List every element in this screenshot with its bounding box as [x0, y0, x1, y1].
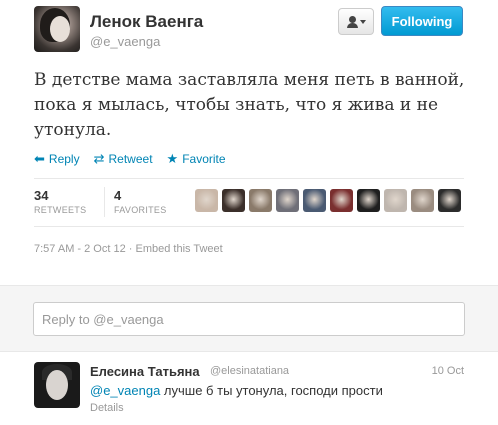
retweet-icon: ⇄: [93, 151, 105, 166]
reply-area: Reply to @e_vaenga: [0, 285, 498, 352]
retweet-label: Retweet: [108, 152, 153, 166]
following-button[interactable]: Following: [381, 6, 463, 36]
reply-action[interactable]: ⬅ Reply: [34, 151, 80, 167]
favoriter-avatar[interactable]: [222, 189, 245, 212]
star-icon: ★: [166, 151, 179, 166]
favoriter-avatar[interactable]: [303, 189, 326, 212]
favoriter-avatar[interactable]: [384, 189, 407, 212]
tweet-text: В детстве мама заставляла меня петь в ва…: [34, 70, 465, 140]
stat-divider: [104, 187, 105, 217]
tweet-actions: ⬅ Reply ⇄ Retweet ★ Favorite: [34, 151, 226, 167]
divider: [34, 226, 464, 227]
favoriter-avatar[interactable]: [438, 189, 461, 212]
details-link[interactable]: Details: [90, 402, 124, 414]
favorite-label: Favorite: [182, 152, 226, 166]
favorites-label: FAVORITES: [114, 205, 167, 215]
reply-icon: ⬅: [34, 151, 45, 166]
favoriter-avatar[interactable]: [276, 189, 299, 212]
retweets-count: 34: [34, 188, 49, 203]
reply-tweet: Елесина Татьяна @elesinatatiana 10 Oct @…: [0, 352, 498, 425]
favoriter-avatars: [195, 189, 461, 212]
person-icon: [346, 15, 358, 28]
favoriter-avatar[interactable]: [357, 189, 380, 212]
tweet-meta[interactable]: 7:57 AM - 2 Oct 12 · Embed this Tweet: [34, 243, 223, 255]
retweets-label: RETWEETS: [34, 205, 87, 215]
retweets-stat[interactable]: 34 RETWEETS: [34, 188, 86, 215]
reply-label: Reply: [48, 152, 80, 166]
author-handle[interactable]: @e_vaenga: [90, 34, 160, 49]
reply-timestamp[interactable]: 10 Oct: [432, 365, 464, 377]
avatar-face: [46, 370, 68, 400]
favoriter-avatar[interactable]: [330, 189, 353, 212]
mention-link[interactable]: @e_vaenga: [90, 383, 160, 398]
divider: [34, 178, 464, 179]
retweet-action[interactable]: ⇄ Retweet: [94, 151, 153, 167]
avatar-face: [50, 16, 70, 42]
reply-author-avatar[interactable]: [34, 362, 80, 408]
favorites-stat[interactable]: 4 FAVORITES: [114, 188, 167, 215]
author-name[interactable]: Ленок Ваенга: [90, 12, 203, 32]
reply-author-handle[interactable]: @elesinatatiana: [210, 365, 289, 377]
favoriter-avatar[interactable]: [249, 189, 272, 212]
user-actions-button[interactable]: [338, 8, 374, 35]
favoriter-avatar[interactable]: [195, 189, 218, 212]
reply-author-name[interactable]: Елесина Татьяна: [90, 364, 200, 379]
tweet-card: Ленок Ваенга @e_vaenga Following В детст…: [0, 0, 498, 285]
favoriter-avatar[interactable]: [411, 189, 434, 212]
reply-text: @e_vaenga лучше б ты утонула, господи пр…: [90, 383, 383, 398]
reply-input[interactable]: Reply to @e_vaenga: [33, 302, 465, 336]
reply-body: лучше б ты утонула, господи прости: [160, 383, 383, 398]
favorites-count: 4: [114, 188, 122, 203]
chevron-down-icon: [359, 19, 366, 24]
author-avatar[interactable]: [34, 6, 80, 52]
favorite-action[interactable]: ★ Favorite: [167, 151, 226, 167]
